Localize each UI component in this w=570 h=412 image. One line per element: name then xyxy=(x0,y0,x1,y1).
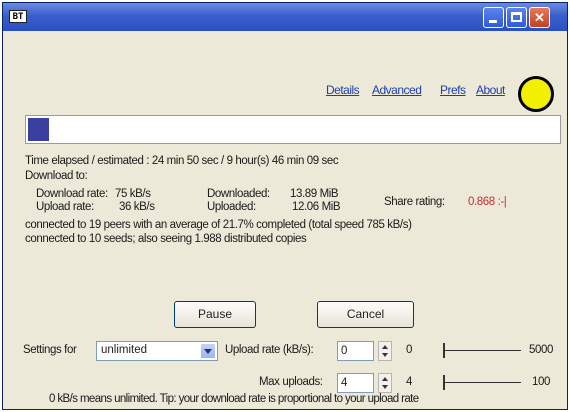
settings-for-label: Settings for xyxy=(23,344,77,356)
download-rate-value: 75 kB/s xyxy=(115,188,151,200)
upload-rate-input[interactable]: 0 xyxy=(337,341,374,361)
advanced-link[interactable]: Advanced xyxy=(372,83,422,97)
arrow-up-icon[interactable] xyxy=(382,345,388,349)
downloaded-value: 13.89 MiB xyxy=(290,188,339,200)
maximize-button[interactable] xyxy=(506,7,527,28)
close-button[interactable]: ✕ xyxy=(529,7,550,28)
slider-track xyxy=(443,382,521,383)
app-title: BT xyxy=(9,10,27,23)
maximize-icon xyxy=(511,12,522,22)
status-light-icon xyxy=(518,76,554,112)
time-elapsed-text: Time elapsed / estimated : 24 min 50 sec… xyxy=(25,155,339,167)
max-uploads-current-value: 4 xyxy=(406,376,412,388)
about-link[interactable]: About xyxy=(476,83,505,97)
upload-rate-setting-label: Upload rate (kB/s): xyxy=(225,344,314,356)
title-bar[interactable]: BT ✕ xyxy=(3,3,567,31)
max-uploads-max-value: 100 xyxy=(532,376,550,388)
uploaded-value: 12.06 MiB xyxy=(292,201,341,213)
upload-rate-label: Upload rate: xyxy=(36,201,94,213)
max-uploads-input[interactable]: 4 xyxy=(337,373,374,393)
uploaded-label: Uploaded: xyxy=(207,201,256,213)
pause-button[interactable]: Pause xyxy=(174,301,256,328)
settings-for-value: unlimited xyxy=(101,344,148,356)
max-uploads-slider[interactable] xyxy=(443,374,521,392)
cancel-button[interactable]: Cancel xyxy=(317,301,414,328)
upload-rate-value: 36 kB/s xyxy=(119,201,155,213)
chevron-down-icon[interactable] xyxy=(200,343,216,359)
peers-status-text: connected to 19 peers with an average of… xyxy=(25,219,412,231)
tip-text: 0 kB/s means unlimited. Tip: your downlo… xyxy=(49,393,419,405)
minimize-button[interactable] xyxy=(483,7,504,28)
download-rate-label: Download rate: xyxy=(36,188,108,200)
details-link[interactable]: Details xyxy=(326,83,360,97)
close-icon: ✕ xyxy=(534,10,545,25)
max-uploads-label: Max uploads: xyxy=(259,376,323,388)
upload-rate-slider[interactable] xyxy=(443,342,521,360)
share-rating-value: 0.868 :-| xyxy=(468,196,507,208)
share-rating-label: Share rating: xyxy=(384,196,445,208)
upload-rate-max-value: 5000 xyxy=(529,344,553,356)
max-uploads-stepper[interactable] xyxy=(378,373,392,393)
slider-thumb[interactable] xyxy=(443,343,445,358)
progress-fill xyxy=(28,118,49,141)
slider-track xyxy=(443,350,521,351)
slider-thumb[interactable] xyxy=(443,375,445,390)
arrow-up-icon[interactable] xyxy=(382,377,388,381)
upload-rate-stepper[interactable] xyxy=(378,341,392,361)
upload-rate-current-value: 0 xyxy=(406,344,412,356)
minimize-icon xyxy=(489,20,497,23)
bt-window: BT ✕ Details Advanced Prefs About Time e… xyxy=(2,2,568,410)
prefs-link[interactable]: Prefs xyxy=(440,83,466,97)
downloaded-label: Downloaded: xyxy=(207,188,270,200)
download-progress-bar xyxy=(25,115,561,144)
arrow-down-icon[interactable] xyxy=(382,353,388,357)
arrow-down-icon[interactable] xyxy=(382,385,388,389)
download-to-label: Download to: xyxy=(25,170,88,182)
seeds-status-text: connected to 10 seeds; also seeing 1.988… xyxy=(25,233,307,245)
settings-for-select[interactable]: unlimited xyxy=(96,341,218,361)
